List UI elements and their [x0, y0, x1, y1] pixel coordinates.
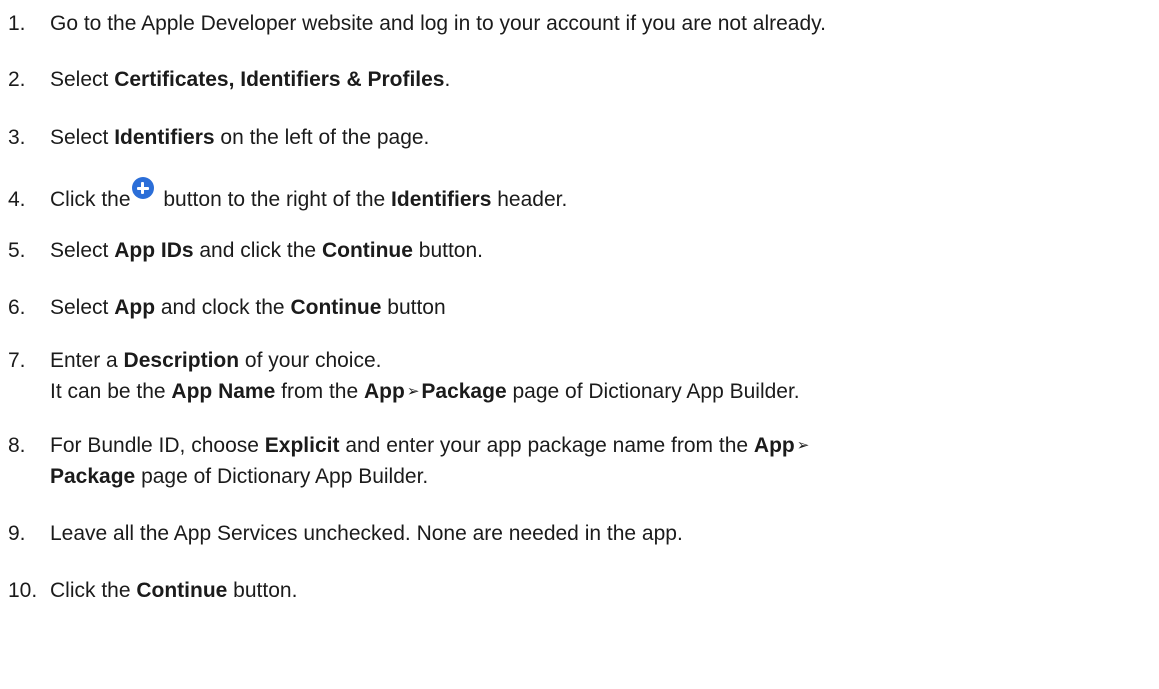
- emphasized-term: Continue: [321, 239, 413, 262]
- text-segment: Click the: [50, 188, 131, 211]
- arrow-right-icon: ➢: [406, 383, 420, 400]
- text-segment: For Bundle ID, choose: [50, 434, 265, 457]
- emphasized-term: App: [363, 380, 405, 403]
- list-item: 8. For Bundle ID, choose Explicit and ent…: [8, 430, 811, 492]
- step-number: 10.: [8, 579, 38, 602]
- list-item: 1. Go to the Apple Developer website and …: [8, 8, 826, 39]
- step-number: 1.: [8, 12, 26, 35]
- emphasized-term: App Name: [171, 380, 276, 403]
- step-text-continuation: It can be the App Name from the App ➢Pack…: [8, 376, 800, 407]
- text-segment: button.: [412, 239, 483, 262]
- text-segment: header.: [491, 188, 568, 211]
- emphasized-term: Continue: [136, 579, 228, 602]
- list-item: 3. Select Identifiers on the left of the …: [8, 122, 429, 153]
- emphasized-term: Certificates, Identifiers & Profiles: [114, 68, 445, 91]
- emphasized-term: Identifiers: [114, 126, 215, 149]
- text-segment: button to the right of the: [157, 188, 392, 211]
- step-number: 2.: [8, 68, 26, 91]
- emphasized-term: Package: [421, 380, 507, 403]
- text-segment: and click the: [193, 239, 322, 262]
- step-number: 4.: [8, 188, 26, 211]
- emphasized-term: App IDs: [114, 239, 194, 262]
- plus-circle-icon: [131, 177, 154, 199]
- emphasized-term: App: [753, 434, 795, 457]
- step-text: Select Certificates, Identifiers & Profi…: [50, 68, 450, 91]
- step-text: For Bundle ID, choose Explicit and enter…: [50, 434, 811, 457]
- text-segment: on the left of the page.: [214, 126, 430, 149]
- step-number: 3.: [8, 126, 26, 149]
- step-text: Select App IDs and click the Continue bu…: [50, 239, 483, 262]
- text-segment: and clock the: [155, 296, 291, 319]
- text-segment: Select: [50, 126, 115, 149]
- step-text-continuation: Package page of Dictionary App Builder.: [8, 461, 811, 492]
- emphasized-term: Explicit: [264, 434, 340, 457]
- emphasized-term: App: [114, 296, 156, 319]
- text-segment: page of Dictionary App Builder.: [506, 380, 800, 403]
- text-segment: Select: [50, 68, 115, 91]
- step-text: Select Identifiers on the left of the pa…: [50, 126, 429, 149]
- text-segment: Leave all the App Services unchecked. No…: [50, 522, 683, 545]
- text-segment: .: [444, 68, 451, 91]
- step-number: 8.: [8, 434, 26, 457]
- list-item: 4. Click the button to the right of the I…: [8, 177, 567, 215]
- text-segment: from the: [275, 380, 364, 403]
- step-text: Click the Continue button.: [50, 579, 297, 602]
- list-item: 5. Select App IDs and click the Continue …: [8, 235, 483, 266]
- step-text: Go to the Apple Developer website and lo…: [50, 12, 826, 35]
- step-number: 6.: [8, 296, 26, 319]
- step-number: 7.: [8, 349, 26, 372]
- text-segment: page of Dictionary App Builder.: [135, 465, 429, 488]
- text-segment: and enter your app package name from the: [339, 434, 754, 457]
- text-segment: Click the: [50, 579, 137, 602]
- emphasized-term: Description: [123, 349, 240, 372]
- list-item: 6. Select App and clock the Continue butt…: [8, 292, 446, 323]
- step-number: 9.: [8, 522, 26, 545]
- emphasized-term: Continue: [290, 296, 382, 319]
- text-segment: It can be the: [50, 380, 172, 403]
- emphasized-term: Identifiers: [391, 188, 492, 211]
- text-segment: button.: [227, 579, 298, 602]
- text-segment: Select: [50, 296, 115, 319]
- text-segment: of your choice.: [239, 349, 382, 372]
- text-segment: Go to the Apple Developer website and lo…: [50, 12, 826, 35]
- text-segment: Enter a: [50, 349, 124, 372]
- list-item: 9. Leave all the App Services unchecked. …: [8, 518, 683, 549]
- step-number: 5.: [8, 239, 26, 262]
- step-text: Leave all the App Services unchecked. No…: [50, 522, 683, 545]
- text-segment: Select: [50, 239, 115, 262]
- list-item: 10. Click the Continue button.: [8, 575, 297, 606]
- arrow-right-icon: ➢: [796, 437, 810, 454]
- text-segment: button: [381, 296, 446, 319]
- step-text: Select App and clock the Continue button: [50, 296, 446, 319]
- step-text: Enter a Description of your choice.: [50, 349, 381, 372]
- step-text: Click the button to the right of the Ide…: [50, 177, 568, 211]
- list-item: 2. Select Certificates, Identifiers & Pro…: [8, 64, 450, 95]
- emphasized-term: Package: [50, 465, 136, 488]
- list-item: 7. Enter a Description of your choice. It …: [8, 345, 800, 407]
